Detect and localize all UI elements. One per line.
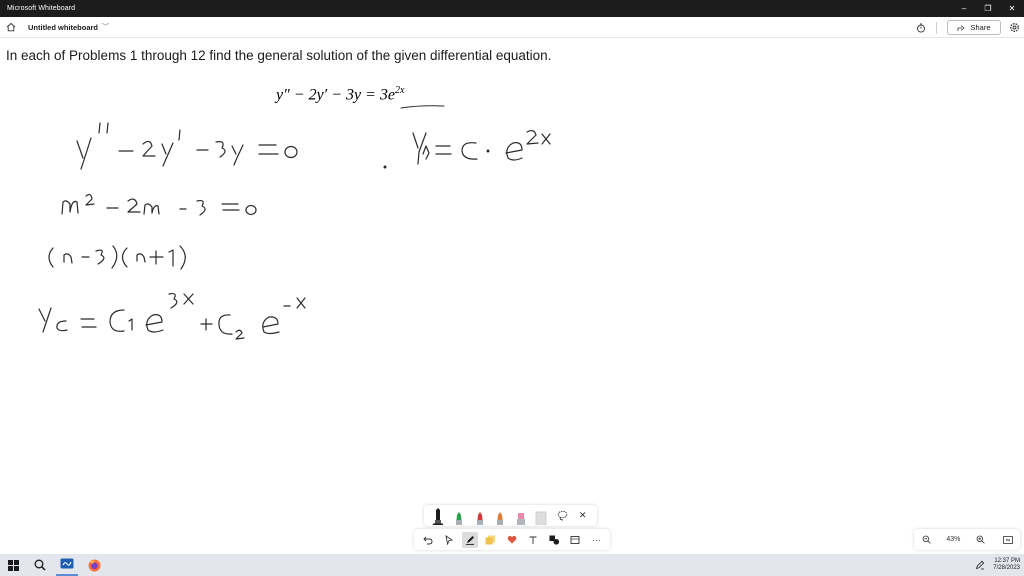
zoom-in-button[interactable] bbox=[974, 533, 988, 547]
pen-icon bbox=[465, 535, 474, 545]
close-pen-tray-button[interactable]: ✕ bbox=[576, 507, 590, 525]
zoom-controls: 43% bbox=[914, 529, 1020, 550]
whiteboard-canvas[interactable]: In each of Problems 1 through 12 find th… bbox=[0, 38, 1024, 554]
board-title-button[interactable]: Untitled whiteboard ﹀ bbox=[28, 22, 109, 32]
red-pen-icon bbox=[476, 511, 483, 525]
start-button[interactable] bbox=[2, 554, 24, 576]
eraser-tool[interactable] bbox=[534, 507, 548, 525]
search-icon bbox=[34, 559, 46, 571]
restore-button[interactable]: ❐ bbox=[976, 0, 1000, 17]
minimize-button[interactable]: – bbox=[952, 0, 976, 17]
main-toolbar: ··· bbox=[414, 529, 610, 550]
ink-line-1 bbox=[76, 122, 298, 170]
green-pen-tool[interactable] bbox=[452, 507, 466, 525]
header-actions: Share bbox=[914, 17, 1024, 38]
home-icon bbox=[6, 22, 16, 32]
zoom-out-icon bbox=[922, 535, 931, 544]
whiteboard-app-icon bbox=[60, 558, 74, 569]
pen-menu-icon[interactable] bbox=[975, 560, 985, 570]
undo-icon bbox=[422, 536, 432, 544]
equation-underline-stroke bbox=[400, 105, 445, 109]
pointer-icon bbox=[445, 534, 453, 545]
ink-line-4 bbox=[38, 292, 306, 340]
highlighter-tool[interactable] bbox=[514, 507, 528, 525]
ink-line-3 bbox=[48, 245, 186, 270]
black-pen-tool[interactable] bbox=[431, 507, 445, 525]
ink-line-1-right bbox=[383, 129, 551, 169]
black-pen-icon bbox=[433, 507, 444, 525]
app-title: Microsoft Whiteboard bbox=[7, 5, 76, 12]
sticky-note-button[interactable] bbox=[483, 532, 499, 548]
lasso-tool[interactable] bbox=[555, 507, 569, 525]
window-controls: – ❐ ✕ bbox=[952, 0, 1024, 17]
fit-to-screen-button[interactable] bbox=[1001, 533, 1015, 547]
share-label: Share bbox=[970, 23, 991, 32]
red-pen-tool[interactable] bbox=[473, 507, 487, 525]
orange-pen-tool[interactable] bbox=[493, 507, 507, 525]
sticky-note-icon bbox=[485, 535, 496, 544]
search-button[interactable] bbox=[29, 554, 51, 576]
system-tray: 12:37 PM 7/28/2023 bbox=[975, 554, 1020, 576]
share-icon bbox=[958, 24, 966, 31]
select-tool-button[interactable] bbox=[441, 532, 457, 548]
clock-time: 12:37 PM bbox=[994, 558, 1020, 564]
firefox-icon bbox=[88, 559, 100, 571]
timer-icon bbox=[917, 23, 925, 33]
text-tool-button[interactable] bbox=[525, 532, 541, 548]
clock-date: 7/28/2023 bbox=[993, 565, 1020, 571]
windows-taskbar: 12:37 PM 7/28/2023 bbox=[0, 554, 1024, 576]
taskbar-firefox-app[interactable] bbox=[83, 554, 105, 576]
heart-icon bbox=[507, 535, 517, 544]
frame-icon bbox=[570, 535, 580, 544]
more-options-button[interactable]: ··· bbox=[588, 532, 604, 548]
taskbar-whiteboard-app[interactable] bbox=[56, 554, 78, 576]
highlighter-icon bbox=[516, 512, 525, 525]
undo-button[interactable] bbox=[420, 532, 436, 548]
clock[interactable]: 12:37 PM 7/28/2023 bbox=[993, 558, 1020, 572]
settings-button[interactable] bbox=[1007, 21, 1021, 35]
lasso-icon bbox=[557, 510, 567, 521]
fit-screen-icon bbox=[1003, 535, 1013, 544]
handwriting-ink[interactable] bbox=[0, 38, 1024, 554]
timer-button[interactable] bbox=[914, 21, 928, 35]
shapes-icon bbox=[549, 535, 559, 545]
gear-icon bbox=[1009, 23, 1019, 32]
ink-line-2 bbox=[61, 193, 257, 216]
insert-content-button[interactable] bbox=[567, 532, 583, 548]
board-title: Untitled whiteboard bbox=[28, 22, 98, 32]
orange-pen-icon bbox=[497, 511, 504, 525]
home-button[interactable] bbox=[4, 20, 18, 34]
chevron-down-icon: ﹀ bbox=[102, 24, 109, 31]
app-header: Untitled whiteboard ﹀ Share bbox=[0, 17, 1024, 38]
share-button[interactable]: Share bbox=[947, 20, 1001, 35]
green-pen-icon bbox=[455, 511, 462, 525]
reactions-button[interactable] bbox=[504, 532, 520, 548]
zoom-level[interactable]: 43% bbox=[946, 536, 960, 543]
shapes-button[interactable] bbox=[546, 532, 562, 548]
header-divider bbox=[936, 21, 937, 34]
window-titlebar: Microsoft Whiteboard – ❐ ✕ bbox=[0, 0, 1024, 17]
windows-logo-icon bbox=[7, 559, 19, 571]
zoom-out-button[interactable] bbox=[919, 533, 933, 547]
zoom-in-icon bbox=[976, 535, 985, 544]
pen-tray: ✕ bbox=[424, 505, 597, 526]
close-button[interactable]: ✕ bbox=[1000, 0, 1024, 17]
text-icon bbox=[529, 536, 537, 544]
inking-tool-button[interactable] bbox=[461, 531, 478, 548]
eraser-icon bbox=[536, 511, 547, 525]
